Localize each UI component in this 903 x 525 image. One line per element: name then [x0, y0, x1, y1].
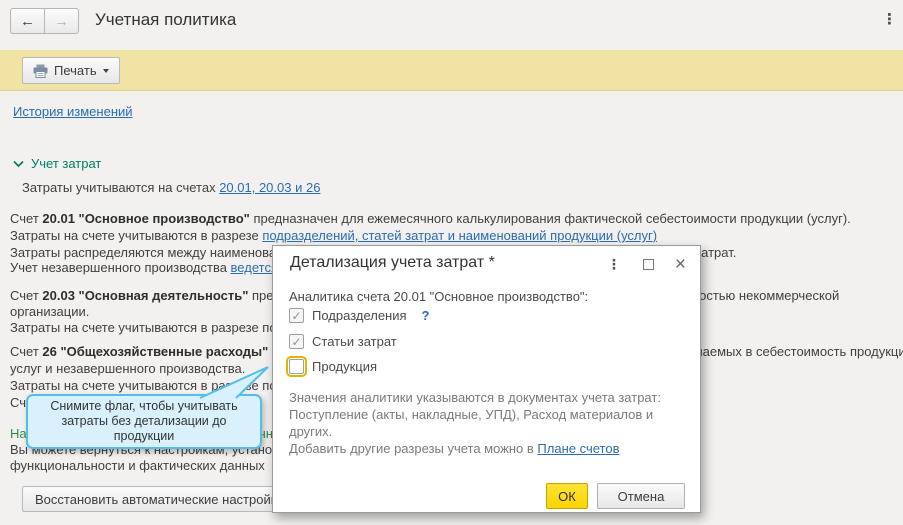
checkbox-group: ✓ Подразделения? ✓ Статьи затрат Продукция [273, 246, 700, 512]
text-segment: Учет незавершенного производства [10, 260, 231, 275]
ok-button[interactable]: ОК [546, 483, 588, 509]
text-segment: Счет [10, 288, 43, 303]
text-segment: Затраты учитываются на счетах [22, 180, 220, 195]
dialog-note: Значения аналитики указываются в докумен… [289, 389, 661, 457]
text-segment: 20.01 "Основное производство" [42, 211, 250, 226]
checkbox-produkciya[interactable] [286, 356, 307, 377]
tooltip-line: Снимите флаг, чтобы учитывать [50, 399, 238, 413]
inline-link[interactable]: подразделений, статей затрат и наименова… [262, 228, 657, 243]
tooltip-line: затраты без детализации до продукции [61, 414, 227, 443]
inline-link[interactable]: 20.01, 20.03 и 26 [219, 180, 320, 195]
note-line: Поступление (акты, накладные, УПД), Расх… [289, 407, 654, 422]
checkbox-row: Продукция [286, 356, 378, 377]
text-segment: функциональности и фактических данных [10, 458, 265, 473]
checkbox-label: Подразделения [312, 308, 407, 323]
text-segment: организации. [10, 304, 90, 319]
checkbox-label: Статьи затрат [312, 334, 397, 349]
checkbox-podrazdeleniya[interactable]: ✓ [289, 308, 304, 323]
plan-schetov-link[interactable]: Плане счетов [537, 441, 619, 456]
cancel-button[interactable]: Отмена [597, 483, 685, 509]
text-segment: 26 "Общехозяйственные расходы" [42, 344, 269, 359]
checkbox-row: ✓ Статьи затрат [289, 334, 397, 349]
help-icon[interactable]: ? [422, 308, 430, 323]
text-line: Затраты на счете учитываются в разрезе п… [10, 228, 657, 243]
text-segment: 20.03 "Основная деятельность" [42, 288, 249, 303]
app-window: ← → Учетная политика ⋮ Печать История из… [0, 0, 903, 525]
text-segment: Счет [10, 344, 43, 359]
hint-tooltip: Снимите флаг, чтобы учитывать затраты бе… [26, 366, 269, 449]
note-link-prefix: Добавить другие разрезы учета можно в [289, 441, 538, 456]
text-segment: Затраты на счете учитываются в разрезе [10, 228, 263, 243]
note-line: Добавить другие разрезы учета можно в Пл… [289, 440, 661, 457]
text-line: Счет 20.01 "Основное производство" предн… [10, 211, 851, 226]
text-line: Затраты учитываются на счетах 20.01, 20.… [22, 180, 320, 195]
cost-detail-dialog: Детализация учета затрат * ⋮ × Аналитика… [272, 245, 701, 513]
checkbox-stati-zatrat[interactable]: ✓ [289, 334, 304, 349]
text-segment: Счет [10, 211, 43, 226]
text-segment: предназначен для ежемесячного калькулиро… [249, 211, 851, 226]
text-line: организации. [10, 304, 89, 319]
checkbox-label: Продукция [312, 359, 378, 374]
note-line: Значения аналитики указываются в докумен… [289, 390, 661, 405]
tooltip-tail [199, 366, 269, 399]
note-line: других. [289, 424, 333, 439]
checkbox-row: ✓ Подразделения? [289, 308, 430, 323]
text-line: функциональности и фактических данных [10, 458, 265, 473]
